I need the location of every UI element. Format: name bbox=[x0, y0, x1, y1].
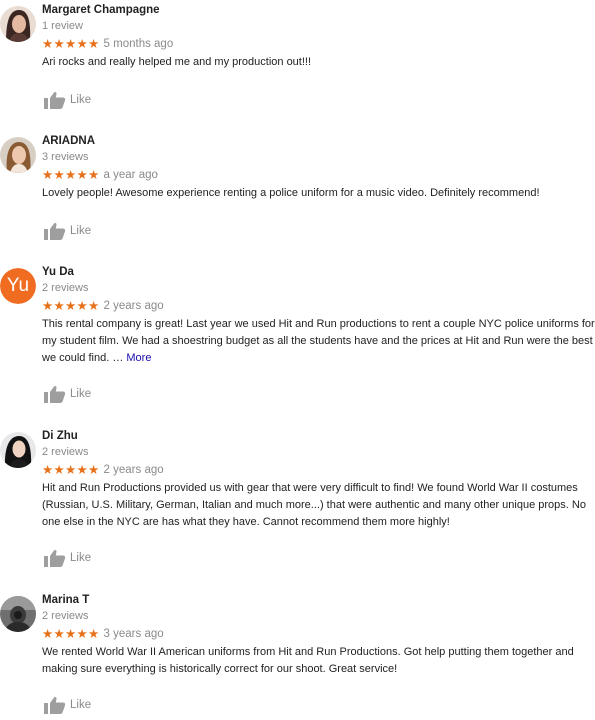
avatar[interactable] bbox=[0, 596, 36, 632]
star-rating: ★★★★★ bbox=[42, 462, 100, 477]
like-button[interactable]: Like bbox=[44, 385, 91, 403]
like-button[interactable]: Like bbox=[44, 696, 91, 714]
review-date: 5 months ago bbox=[103, 38, 174, 50]
thumbs-up-icon bbox=[44, 385, 66, 403]
reviewer-name[interactable]: Yu Da bbox=[42, 266, 74, 278]
avatar[interactable] bbox=[0, 6, 36, 42]
thumbs-up-icon bbox=[44, 91, 66, 109]
review-count: 2 reviews bbox=[42, 446, 89, 458]
like-label: Like bbox=[70, 225, 92, 237]
reviewer-name[interactable]: Di Zhu bbox=[42, 430, 78, 442]
review-date: a year ago bbox=[103, 169, 158, 181]
star-rating: ★★★★★ bbox=[42, 298, 100, 313]
thumbs-up-icon bbox=[44, 696, 66, 714]
reviewer-name[interactable]: Marina T bbox=[42, 594, 89, 606]
like-button[interactable]: Like bbox=[44, 222, 91, 240]
avatar[interactable]: Yu bbox=[0, 268, 36, 304]
review-text: Hit and Run Productions provided us with… bbox=[42, 480, 595, 531]
review-count: 2 reviews bbox=[42, 282, 89, 294]
review-text-body: This rental company is great! Last year … bbox=[42, 318, 595, 364]
star-rating: ★★★★★ bbox=[42, 626, 100, 641]
like-button[interactable]: Like bbox=[44, 549, 91, 567]
review-date: 2 years ago bbox=[103, 300, 164, 312]
like-label: Like bbox=[70, 552, 92, 564]
thumbs-up-icon bbox=[44, 549, 66, 567]
review-text: Ari rocks and really helped me and my pr… bbox=[42, 54, 595, 71]
review-text: This rental company is great! Last year … bbox=[42, 316, 595, 367]
like-label: Like bbox=[70, 388, 92, 400]
like-label: Like bbox=[70, 699, 92, 711]
review-count: 3 reviews bbox=[42, 151, 89, 163]
thumbs-up-icon bbox=[44, 222, 66, 240]
review-count: 1 review bbox=[42, 20, 83, 32]
rating-line: ★★★★★ a year ago bbox=[42, 168, 158, 182]
review-text-body: Lovely people! Awesome experience rentin… bbox=[42, 187, 540, 199]
review-text-body: We rented World War II American uniforms… bbox=[42, 646, 574, 675]
star-rating: ★★★★★ bbox=[42, 167, 100, 182]
avatar[interactable] bbox=[0, 432, 36, 468]
rating-line: ★★★★★ 5 months ago bbox=[42, 37, 173, 51]
review-text: Lovely people! Awesome experience rentin… bbox=[42, 185, 595, 202]
avatar-initials: Yu bbox=[0, 268, 36, 304]
reviewer-name[interactable]: ARIADNA bbox=[42, 135, 95, 147]
review-date: 3 years ago bbox=[103, 628, 164, 640]
review-count: 2 reviews bbox=[42, 610, 89, 622]
star-rating: ★★★★★ bbox=[42, 36, 100, 51]
review-date: 2 years ago bbox=[103, 464, 164, 476]
more-link[interactable]: More bbox=[126, 352, 151, 364]
like-button[interactable]: Like bbox=[44, 91, 91, 109]
rating-line: ★★★★★ 2 years ago bbox=[42, 463, 164, 477]
rating-line: ★★★★★ 2 years ago bbox=[42, 299, 164, 313]
review-text: We rented World War II American uniforms… bbox=[42, 644, 595, 678]
avatar[interactable] bbox=[0, 137, 36, 173]
rating-line: ★★★★★ 3 years ago bbox=[42, 627, 164, 641]
reviewer-name[interactable]: Margaret Champagne bbox=[42, 4, 160, 16]
like-label: Like bbox=[70, 94, 92, 106]
review-text-body: Ari rocks and really helped me and my pr… bbox=[42, 56, 312, 68]
review-text-body: Hit and Run Productions provided us with… bbox=[42, 482, 586, 528]
